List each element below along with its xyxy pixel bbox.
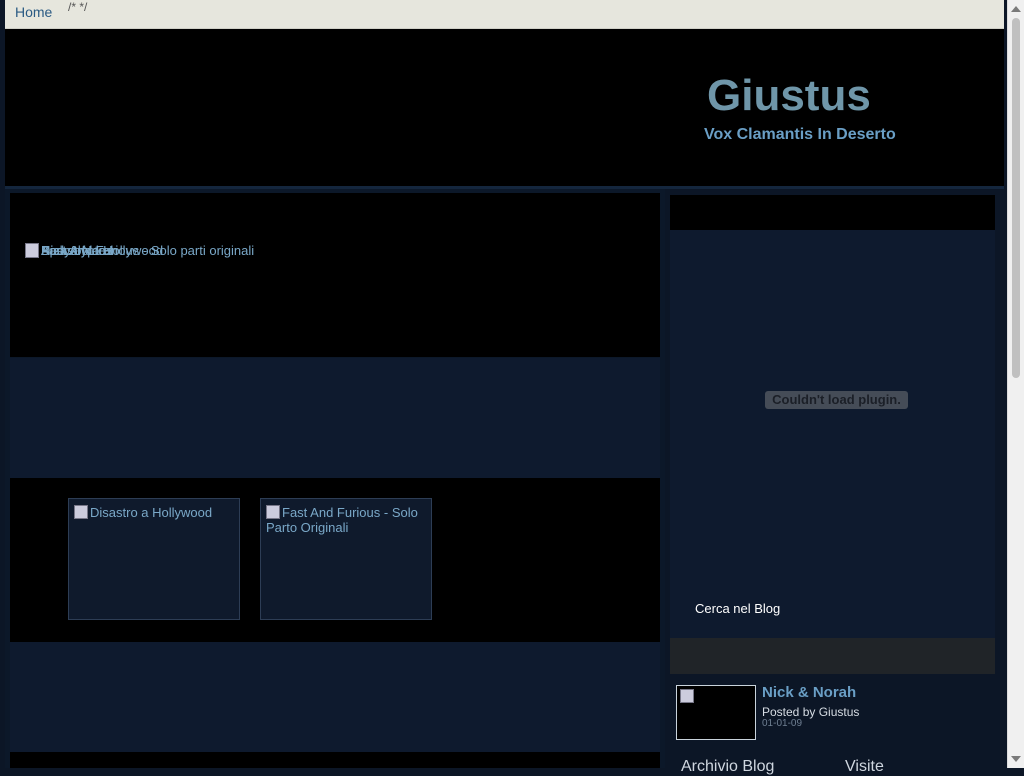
archive-widget-title: Archivio Blog — [681, 758, 775, 775]
content-spacer — [10, 358, 660, 478]
content-bottom-bar — [10, 752, 660, 768]
top-navbar: Home /* */ — [5, 0, 1004, 29]
blog-header: Giustus Vox Clamantis In Deserto — [5, 29, 1004, 186]
thumb-caption: Fast And Furious - Solo Parto Originali — [266, 505, 426, 535]
broken-image-icon — [25, 243, 39, 258]
thumb-caption-text[interactable]: Disastro a Hollywood — [90, 505, 212, 520]
scroll-up-arrow-icon[interactable] — [1011, 6, 1021, 12]
featured-thumbnails: Disastro a Hollywood Fast And Furious - … — [10, 478, 660, 642]
home-link[interactable]: Home — [15, 4, 52, 20]
featured-thumb-2[interactable]: Fast And Furious - Solo Parto Originali — [260, 498, 432, 620]
blog-tagline: Vox Clamantis In Deserto — [704, 126, 896, 143]
broken-image-icon — [74, 505, 88, 519]
broken-image-icon — [680, 689, 694, 703]
sidebar-top-bar — [670, 195, 995, 230]
blog-title[interactable]: Giustus — [707, 71, 871, 121]
featured-slider: Fast And Furious - Solo parti originali … — [10, 193, 660, 357]
slider-label-5[interactable]: Body of Lies — [41, 243, 113, 258]
sidebar-plugin-area — [670, 230, 995, 638]
search-widget-box[interactable] — [670, 638, 995, 674]
featured-thumb-1[interactable]: Disastro a Hollywood — [68, 498, 240, 620]
slider-image-stack[interactable]: Fast And Furious - Solo parti originali … — [25, 243, 325, 263]
search-widget-label: Cerca nel Blog — [695, 601, 781, 616]
recent-post-thumbnail[interactable] — [676, 685, 756, 740]
broken-image-icon — [266, 505, 280, 519]
visits-widget-title: Visite — [845, 758, 884, 775]
page-scrollbar[interactable] — [1007, 0, 1024, 768]
scroll-down-arrow-icon[interactable] — [1011, 756, 1021, 762]
recent-post-title[interactable]: Nick & Norah — [762, 684, 856, 701]
scrollbar-thumb[interactable] — [1012, 18, 1020, 378]
recent-post-date: 01-01-09 — [762, 718, 803, 729]
content-spacer — [10, 642, 660, 752]
navbar-comment-text: /* */ — [68, 0, 88, 14]
thumb-caption-text[interactable]: Fast And Furious - Solo Parto Originali — [266, 505, 418, 535]
recent-post-byline: Posted by Giustus — [762, 705, 860, 719]
plugin-error-message[interactable]: Couldn't load plugin. — [765, 391, 908, 409]
thumb-caption: Disastro a Hollywood — [74, 505, 212, 520]
